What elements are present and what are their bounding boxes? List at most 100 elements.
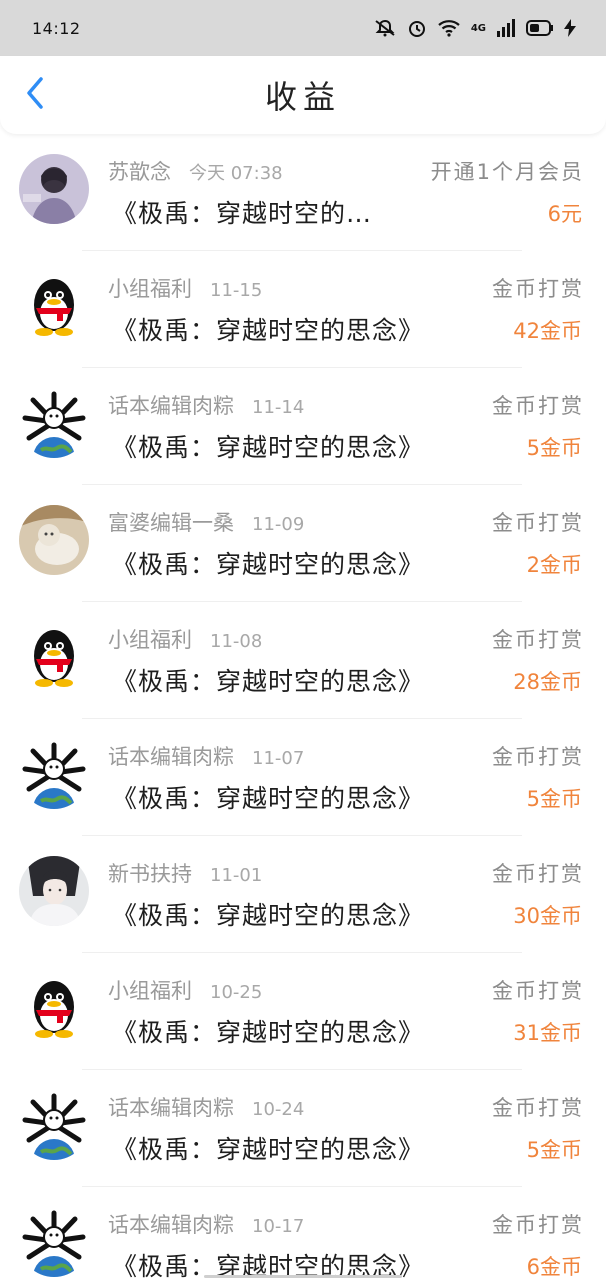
battery-icon bbox=[526, 20, 554, 36]
item-type: 金币打赏 bbox=[492, 1096, 584, 1120]
item-sender: 小组福利 bbox=[108, 979, 192, 1003]
status-icons: 4G bbox=[373, 18, 576, 38]
item-type: 金币打赏 bbox=[492, 394, 584, 418]
avatar bbox=[19, 505, 89, 575]
income-list: 苏歆念 今天 07:38 开通1个月会员 《极禹：穿越时空的… 6元 小组福利 … bbox=[0, 134, 606, 1280]
item-type: 开通1个月会员 bbox=[430, 160, 584, 184]
item-amount: 5金币 bbox=[526, 787, 582, 811]
status-time: 14:12 bbox=[32, 18, 81, 38]
item-meta: 话本编辑肉粽 11-07 bbox=[108, 741, 304, 771]
item-sender: 小组福利 bbox=[108, 277, 192, 301]
item-date: 11-07 bbox=[252, 748, 305, 769]
item-type: 金币打赏 bbox=[492, 1213, 584, 1237]
penguin-icon bbox=[19, 271, 89, 341]
item-amount: 5金币 bbox=[526, 1138, 582, 1162]
item-title: 《极禹：穿越时空的思念》 bbox=[112, 1135, 425, 1164]
item-amount: 5金币 bbox=[526, 436, 582, 460]
nav-bar: 收益 bbox=[0, 56, 606, 134]
avatar bbox=[19, 739, 89, 809]
item-date: 11-01 bbox=[210, 865, 263, 886]
item-amount: 42金币 bbox=[513, 319, 582, 343]
list-item[interactable]: 富婆编辑一桑 11-09 金币打赏 《极禹：穿越时空的思念》 2金币 bbox=[0, 485, 606, 602]
item-date: 10-24 bbox=[252, 1099, 305, 1120]
item-date: 11-14 bbox=[252, 397, 305, 418]
avatar bbox=[19, 271, 89, 341]
list-item[interactable]: 小组福利 11-08 金币打赏 《极禹：穿越时空的思念》 28金币 bbox=[0, 602, 606, 719]
wifi-icon bbox=[437, 19, 461, 37]
globe-icon bbox=[19, 388, 89, 458]
item-type: 金币打赏 bbox=[492, 511, 584, 535]
item-date: 10-25 bbox=[210, 982, 263, 1003]
item-amount: 28金币 bbox=[513, 670, 582, 694]
globe-icon bbox=[19, 1090, 89, 1160]
item-title: 《极禹：穿越时空的思念》 bbox=[112, 550, 425, 579]
item-date: 11-09 bbox=[252, 514, 305, 535]
network-label: 4G bbox=[470, 22, 486, 34]
item-title: 《极禹：穿越时空的思念》 bbox=[112, 433, 425, 462]
penguin-icon bbox=[19, 973, 89, 1043]
item-amount: 31金币 bbox=[513, 1021, 582, 1045]
list-item[interactable]: 话本编辑肉粽 10-24 金币打赏 《极禹：穿越时空的思念》 5金币 bbox=[0, 1070, 606, 1187]
item-sender: 话本编辑肉粽 bbox=[108, 745, 234, 769]
home-indicator[interactable] bbox=[204, 1275, 402, 1278]
item-sender: 话本编辑肉粽 bbox=[108, 394, 234, 418]
item-meta: 小组福利 10-25 bbox=[108, 975, 262, 1005]
status-bar: 14:12 4G bbox=[0, 0, 606, 56]
item-title: 《极禹：穿越时空的思念》 bbox=[112, 784, 425, 813]
item-meta: 苏歆念 今天 07:38 bbox=[108, 156, 283, 186]
globe-icon bbox=[19, 739, 89, 809]
avatar bbox=[19, 388, 89, 458]
item-type: 金币打赏 bbox=[492, 862, 584, 886]
list-item[interactable]: 新书扶持 11-01 金币打赏 《极禹：穿越时空的思念》 30金币 bbox=[0, 836, 606, 953]
item-sender: 话本编辑肉粽 bbox=[108, 1096, 234, 1120]
item-meta: 富婆编辑一桑 11-09 bbox=[108, 507, 304, 537]
item-date: 今天 07:38 bbox=[189, 163, 283, 184]
avatar bbox=[19, 973, 89, 1043]
item-type: 金币打赏 bbox=[492, 979, 584, 1003]
item-meta: 话本编辑肉粽 10-24 bbox=[108, 1092, 304, 1122]
list-item[interactable]: 小组福利 11-15 金币打赏 《极禹：穿越时空的思念》 42金币 bbox=[0, 251, 606, 368]
charging-icon bbox=[564, 19, 576, 37]
list-item[interactable]: 话本编辑肉粽 11-14 金币打赏 《极禹：穿越时空的思念》 5金币 bbox=[0, 368, 606, 485]
item-title: 《极禹：穿越时空的思念》 bbox=[112, 316, 425, 345]
item-amount: 6元 bbox=[547, 202, 582, 226]
mute-icon bbox=[373, 19, 397, 37]
list-item[interactable]: 话本编辑肉粽 11-07 金币打赏 《极禹：穿越时空的思念》 5金币 bbox=[0, 719, 606, 836]
avatar bbox=[19, 622, 89, 692]
list-item[interactable]: 话本编辑肉粽 10-17 金币打赏 《极禹：穿越时空的思念》 6金币 bbox=[0, 1187, 606, 1280]
item-title: 《极禹：穿越时空的思念》 bbox=[112, 901, 425, 930]
list-item[interactable]: 苏歆念 今天 07:38 开通1个月会员 《极禹：穿越时空的… 6元 bbox=[0, 134, 606, 251]
item-meta: 新书扶持 11-01 bbox=[108, 858, 262, 888]
avatar bbox=[19, 1090, 89, 1160]
alarm-icon bbox=[407, 18, 427, 38]
item-amount: 2金币 bbox=[526, 553, 582, 577]
item-meta: 话本编辑肉粽 11-14 bbox=[108, 390, 304, 420]
avatar bbox=[19, 856, 89, 926]
chevron-left-icon bbox=[25, 77, 45, 113]
item-type: 金币打赏 bbox=[492, 745, 584, 769]
list-item[interactable]: 小组福利 10-25 金币打赏 《极禹：穿越时空的思念》 31金币 bbox=[0, 953, 606, 1070]
penguin-icon bbox=[19, 622, 89, 692]
item-date: 11-08 bbox=[210, 631, 263, 652]
item-meta: 小组福利 11-15 bbox=[108, 273, 262, 303]
item-sender: 小组福利 bbox=[108, 628, 192, 652]
item-sender: 话本编辑肉粽 bbox=[108, 1213, 234, 1237]
item-title: 《极禹：穿越时空的… bbox=[112, 199, 373, 228]
item-sender: 苏歆念 bbox=[108, 160, 171, 184]
avatar bbox=[19, 1207, 89, 1277]
back-button[interactable] bbox=[18, 77, 52, 113]
item-type: 金币打赏 bbox=[492, 628, 584, 652]
avatar bbox=[19, 154, 89, 224]
item-sender: 富婆编辑一桑 bbox=[108, 511, 234, 535]
globe-icon bbox=[19, 1207, 89, 1277]
item-date: 10-17 bbox=[252, 1216, 305, 1237]
item-amount: 6金币 bbox=[526, 1255, 582, 1279]
item-title: 《极禹：穿越时空的思念》 bbox=[112, 1018, 425, 1047]
item-amount: 30金币 bbox=[513, 904, 582, 928]
signal-icon bbox=[496, 19, 516, 37]
item-title: 《极禹：穿越时空的思念》 bbox=[112, 667, 425, 696]
item-date: 11-15 bbox=[210, 280, 263, 301]
item-sender: 新书扶持 bbox=[108, 862, 192, 886]
item-meta: 小组福利 11-08 bbox=[108, 624, 262, 654]
page-title: 收益 bbox=[264, 78, 341, 116]
